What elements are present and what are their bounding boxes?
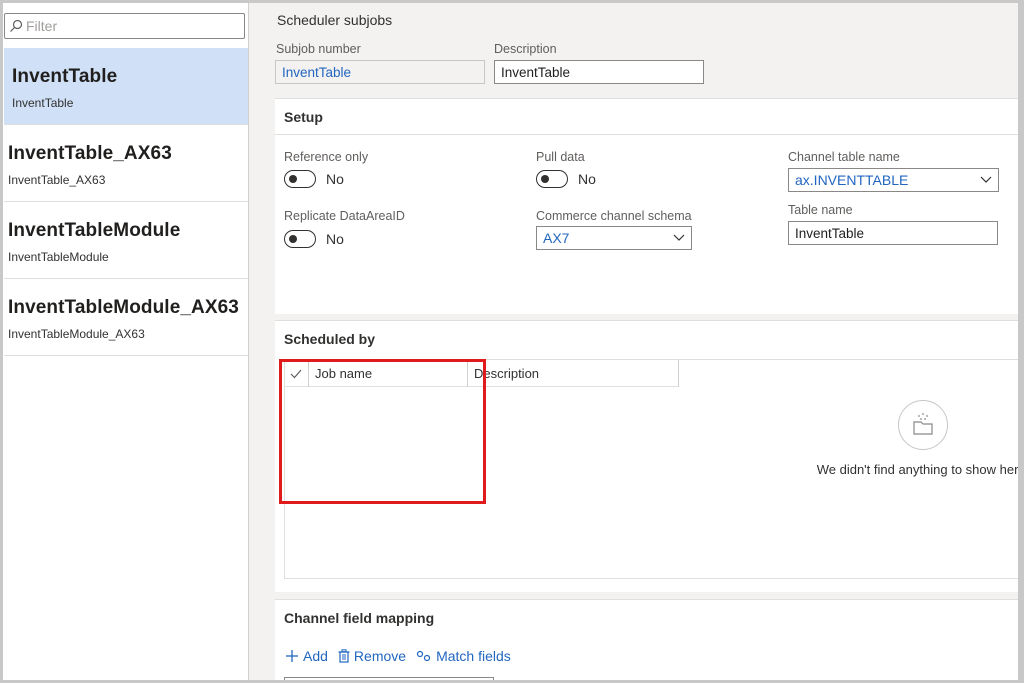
channel-table-name-label: Channel table name [788,150,900,164]
list-item-title: InventTable [12,66,118,87]
list-item[interactable]: InventTableModule_AX63 InventTableModule… [4,279,248,356]
subjob-number-label: Subjob number [276,42,361,56]
filter-input[interactable]: Filter [4,13,245,39]
reference-only-label: Reference only [284,150,369,164]
replicate-dataareaid-label: Replicate DataAreaID [284,209,405,223]
plus-icon [286,650,298,662]
toggle-switch[interactable] [284,170,316,188]
dropdown-value: ax.INVENTTABLE [795,172,909,188]
chevron-down-icon [673,234,685,241]
setup-section: Setup Reference only No Pull data No Cha… [275,98,1024,314]
list-item-subtitle: InventTable [12,96,74,110]
list-item-title: InventTableModule_AX63 [8,297,239,318]
match-fields-button[interactable]: Match fields [416,648,511,664]
list-item[interactable]: InventTable_AX63 InventTable_AX63 [4,125,248,202]
record-list: InventTable InventTable InventTable_AX63… [4,48,248,356]
trash-icon [338,649,350,663]
match-fields-label: Match fields [436,648,511,664]
record-list-pane: Filter InventTable InventTable InventTab… [0,0,249,683]
empty-message: We didn't find anything to show here. [816,462,1024,477]
scheduled-by-header[interactable]: Scheduled by [275,321,1024,357]
toggle-value: No [326,171,344,187]
remove-button[interactable]: Remove [338,648,406,664]
subjob-number-field[interactable]: InventTable [275,60,485,84]
page-title: Scheduler subjobs [277,12,393,28]
channel-field-mapping-header[interactable]: Channel field mapping [275,600,1024,636]
list-item[interactable]: InventTable InventTable [4,48,248,125]
mapping-grid-top [284,677,494,683]
description-field[interactable]: InventTable [494,60,704,84]
commerce-channel-schema-dropdown[interactable]: AX7 [536,226,692,250]
reference-only-toggle[interactable]: No [284,170,344,188]
list-item[interactable]: InventTableModule InventTableModule [4,202,248,279]
remove-label: Remove [353,648,407,664]
empty-folder-icon [898,400,948,450]
list-item-title: InventTable_AX63 [8,143,172,164]
column-header-description[interactable]: Description [468,360,679,387]
toggle-switch[interactable] [284,230,316,248]
replicate-dataareaid-toggle[interactable]: No [284,230,344,248]
search-icon [10,19,23,32]
list-item-title: InventTableModule [8,220,181,241]
mapping-toolbar: Add Remove Match fields [285,648,511,664]
empty-state: We didn't find anything to show here. [803,400,1024,477]
channel-field-mapping-section: Channel field mapping Add Remove Match f… [275,599,1024,683]
dropdown-value: AX7 [543,230,570,246]
table-name-field[interactable]: InventTable [788,221,998,245]
filter-placeholder: Filter [26,18,58,34]
list-item-subtitle: InventTableModule [8,250,109,264]
pull-data-toggle[interactable]: No [536,170,596,188]
details-pane: Scheduler subjobs Subjob number InventTa… [250,0,1024,683]
toggle-value: No [326,231,344,247]
toggle-value: No [578,171,596,187]
toggle-switch[interactable] [536,170,568,188]
highlight-annotation [279,359,486,504]
channel-table-name-dropdown[interactable]: ax.INVENTTABLE [788,168,999,192]
add-button[interactable]: Add [285,648,328,664]
list-item-subtitle: InventTableModule_AX63 [8,327,145,341]
link-icon [416,650,431,662]
chevron-down-icon [980,176,992,183]
pull-data-label: Pull data [536,150,585,164]
table-name-label: Table name [788,203,853,217]
setup-header[interactable]: Setup [275,99,1024,135]
add-label: Add [303,648,328,664]
commerce-channel-schema-label: Commerce channel schema [536,209,692,223]
list-item-subtitle: InventTable_AX63 [8,173,106,187]
description-label: Description [494,42,557,56]
